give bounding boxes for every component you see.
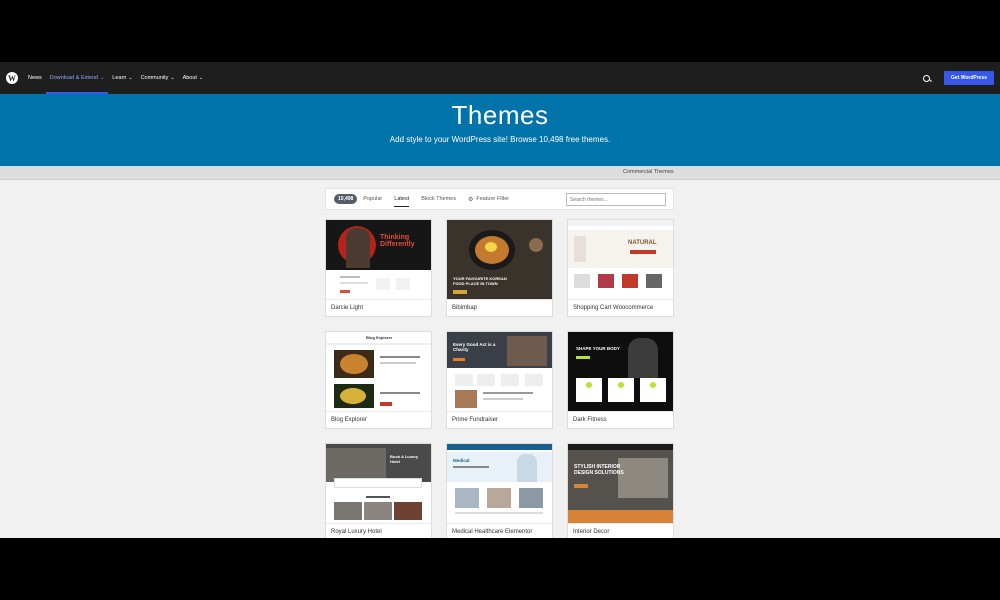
wordpress-logo-icon[interactable]: W [6, 72, 18, 84]
theme-hero-text: SHAPE YOUR BODY [576, 346, 620, 351]
theme-card-dark-fitness[interactable]: SHAPE YOUR BODY Dark Fitness [567, 331, 674, 429]
theme-card-darcie-light[interactable]: Thinking Differently Darcie Light [325, 219, 432, 317]
theme-screenshot: NATURAL [568, 220, 673, 299]
nav-item-learn[interactable]: Learn ⌄ [112, 62, 132, 94]
theme-name[interactable]: Interior Decor [568, 523, 673, 538]
chevron-down-icon: ⌄ [170, 75, 175, 81]
theme-count-badge: 10,498 [334, 194, 358, 204]
theme-name[interactable]: Bibimbap [447, 299, 552, 317]
commercial-themes-link[interactable]: Commercial Themes [623, 169, 674, 175]
feature-filter-button[interactable]: ⚙ Feature Filter [468, 188, 509, 210]
theme-hero-text: STYLISH INTERIOR DESIGN SOLUTIONS [574, 464, 624, 476]
theme-screenshot: Every Good Act is a Charity [447, 332, 552, 411]
theme-name[interactable]: Prime Fundraiser [447, 411, 552, 429]
theme-card-bibimbap[interactable]: YOUR FAVOURITE KOREAN FOOD PLACE IN TOWN… [446, 219, 553, 317]
theme-search-input[interactable] [566, 193, 666, 206]
get-wordpress-button[interactable]: Get WordPress [943, 71, 994, 85]
top-navigation: W News Download & Extend ⌄ Learn ⌄ Communi… [0, 62, 1000, 94]
theme-screenshot: Book A Luxury Hotel [326, 444, 431, 523]
theme-card-shopping-cart-woocommerce[interactable]: NATURAL Shopping Cart Woocommerce [567, 219, 674, 317]
tab-block-themes[interactable]: Block Themes [421, 188, 456, 210]
theme-screenshot: Thinking Differently [326, 220, 431, 299]
theme-screenshot: YOUR FAVOURITE KOREAN FOOD PLACE IN TOWN [447, 220, 552, 299]
theme-hero-text: YOUR FAVOURITE KOREAN FOOD PLACE IN TOWN [453, 276, 507, 286]
chevron-down-icon: ⌄ [100, 75, 105, 81]
theme-name[interactable]: Royal Luxury Hotel [326, 523, 431, 538]
nav-item-news[interactable]: News [28, 62, 42, 94]
theme-screenshot: SHAPE YOUR BODY [568, 332, 673, 411]
theme-hero-text: NATURAL [628, 240, 657, 246]
nav-item-community[interactable]: Community ⌄ [141, 62, 175, 94]
tab-popular[interactable]: Popular [363, 188, 382, 210]
theme-screenshot: STYLISH INTERIOR DESIGN SOLUTIONS [568, 444, 673, 523]
theme-card-medical-healthcare-elementor[interactable]: Medical Medical Healthcare Elementor [446, 443, 553, 538]
chevron-down-icon: ⌄ [128, 75, 133, 81]
theme-card-interior-decor[interactable]: STYLISH INTERIOR DESIGN SOLUTIONS Interi… [567, 443, 674, 538]
theme-name[interactable]: Shopping Cart Woocommerce [568, 299, 673, 317]
page: W News Download & Extend ⌄ Learn ⌄ Communi… [0, 62, 1000, 538]
theme-hero-text: Blog Explorer [366, 335, 393, 340]
theme-name[interactable]: Blog Explorer [326, 411, 431, 429]
theme-filter-bar: 10,498 Popular Latest Block Themes ⚙ Feat… [325, 188, 674, 210]
theme-hero-text: Every Good Act is a Charity [453, 342, 496, 352]
theme-screenshot: Medical [447, 444, 552, 523]
chevron-down-icon: ⌄ [198, 75, 204, 81]
feature-filter-label: Feature Filter [476, 196, 510, 202]
theme-hero-text: Medical [453, 458, 470, 463]
letterbox-top [0, 0, 1000, 62]
theme-hero-text: Thinking Differently [380, 234, 415, 248]
theme-name[interactable]: Dark Fitness [568, 411, 673, 429]
page-title: Themes [451, 100, 549, 130]
search-icon[interactable] [922, 74, 930, 82]
page-subtitle: Add style to your WordPress site! Browse… [389, 135, 611, 144]
hero-banner: Themes Add style to your WordPress site!… [0, 94, 1000, 166]
theme-name[interactable]: Darcie Light [326, 299, 431, 317]
theme-card-royal-luxury-hotel[interactable]: Book A Luxury Hotel Royal Luxury Hotel [325, 443, 432, 538]
theme-hero-text: Book A Luxury Hotel [390, 454, 419, 464]
theme-card-prime-fundraiser[interactable]: Every Good Act is a Charity Prime Fundra… [446, 331, 553, 429]
gear-icon: ⚙ [468, 196, 474, 203]
theme-screenshot: Blog Explorer [326, 332, 431, 411]
commercial-bar: Commercial Themes [0, 166, 1000, 180]
nav-item-about[interactable]: About ⌄ [183, 62, 204, 94]
theme-name[interactable]: Medical Healthcare Elementor [447, 523, 552, 538]
theme-card-blog-explorer[interactable]: Blog Explorer Blog Explorer [325, 331, 432, 429]
letterbox-bottom [0, 538, 1000, 600]
tab-latest[interactable]: Latest [394, 188, 409, 210]
nav-item-download-extend[interactable]: Download & Extend ⌄ [45, 62, 108, 94]
